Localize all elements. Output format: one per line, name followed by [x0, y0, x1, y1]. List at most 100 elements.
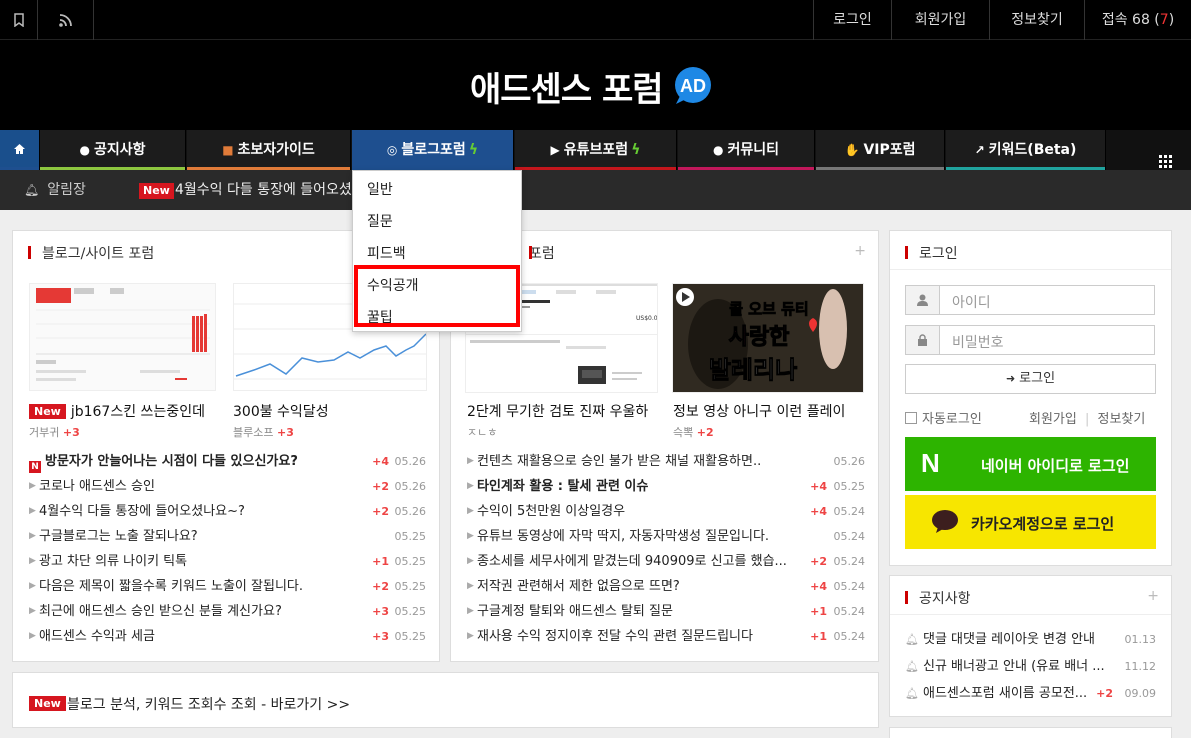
list-item[interactable]: ▶ 수익이 5천만원 이상일경우 +4 05.24: [467, 499, 867, 524]
rss-icon[interactable]: [38, 0, 94, 40]
list-item[interactable]: ▶ 최근에 애드센스 승인 받으신 분들 계신가요? +3 05.25: [29, 599, 429, 624]
list-item[interactable]: 🔔︎ 애드센스포럼 새이름 공모전... +2 09.09: [905, 680, 1160, 707]
bookmark-icon[interactable]: [0, 0, 38, 40]
connect-close: ): [1168, 12, 1175, 28]
post-date: 05.24: [833, 530, 866, 543]
dropdown-item-feedback[interactable]: 피드백: [367, 243, 406, 263]
list-item[interactable]: ▶ 구글계정 탈퇴와 애드센스 탈퇴 질문 +1 05.24: [467, 599, 867, 624]
notice-title: 신규 배너광고 안내 (유료 배너 ...: [923, 659, 1105, 674]
list-item[interactable]: ▶ 구글블로그는 노출 잘되나요? 05.25: [29, 524, 429, 549]
nav-grid-menu[interactable]: [1106, 130, 1191, 170]
connect-counter[interactable]: 접속 68 (7): [1084, 0, 1191, 40]
list-item[interactable]: ▶ 재사용 수익 정지이후 전달 수익 관련 질문드립니다 +1 05.24: [467, 624, 867, 649]
blog-card-2-title[interactable]: 300불 수익달성: [233, 401, 428, 421]
dropdown-item-general[interactable]: 일반: [367, 179, 393, 199]
nav-blog-forum[interactable]: ◎ 블로그포럼 ϟ: [352, 130, 514, 170]
main-nav: ● 공지사항 ■ 초보자가이드 ◎ 블로그포럼 ϟ ▶ 유튜브포럼 ϟ ● 커뮤니티 ✋ VIP…: [0, 130, 1191, 170]
top-signup-link[interactable]: 회원가입: [891, 0, 989, 40]
cube-icon: ■: [222, 143, 234, 157]
new-badge: New: [29, 404, 66, 419]
post-title: 종소세를 세무사에게 맡겼는데 940909로 신고를 했습...: [477, 554, 787, 569]
find-info-link[interactable]: 정보찾기: [1098, 412, 1146, 427]
post-date: 05.26: [394, 505, 427, 518]
bolt-icon: ϟ: [468, 142, 479, 158]
youtube-card-1-title[interactable]: 2단계 무기한 검토 진짜 우울하: [467, 401, 662, 421]
post-title: 구글계정 탈퇴와 애드센스 탈퇴 질문: [477, 604, 673, 619]
nav-vip-forum[interactable]: ✋ VIP포럼: [816, 130, 945, 170]
post-count: +3: [372, 605, 389, 618]
post-date: 05.25: [833, 480, 866, 493]
highlight-box: [354, 265, 520, 327]
blog-card-2-count: +3: [276, 426, 294, 439]
more-plus-icon[interactable]: +: [854, 243, 866, 259]
id-field[interactable]: 아이디: [905, 285, 1155, 315]
chevron-right-icon: ▶: [29, 556, 36, 566]
connect-label: 접속 68 (: [1101, 12, 1160, 28]
youtube-card-2-title[interactable]: 정보 영상 아니구 이런 플레이: [673, 401, 868, 421]
list-item[interactable]: 🔔︎ 댓글 대댓글 레이아웃 변경 안내 01.13: [905, 626, 1160, 653]
thumbnail-video-ballerina[interactable]: 콜 오브 듀티 사랑한 발레리나: [672, 283, 864, 393]
site-logo[interactable]: 애드센스 포럼: [470, 62, 664, 111]
login-button[interactable]: ➜ 로그인: [905, 364, 1156, 394]
list-item[interactable]: ▶ 타인계좌 활용 : 탈세 관련 이슈 +4 05.25: [467, 474, 867, 499]
home-icon: [13, 142, 26, 158]
list-item[interactable]: ▶ 4월수익 다들 통장에 들어오셨나요~? +2 05.26: [29, 499, 429, 524]
external-link-icon: ↗: [974, 143, 985, 157]
list-item[interactable]: ▶ 애드센스 수익과 세금 +3 05.25: [29, 624, 429, 649]
list-item[interactable]: ▶ 다음은 제목이 짧을수록 키워드 노출이 잘됩니다. +2 05.25: [29, 574, 429, 599]
top-login-link[interactable]: 로그인: [813, 0, 891, 40]
post-date: 05.25: [394, 530, 427, 543]
list-item[interactable]: ▶ 종소세를 세무사에게 맡겼는데 940909로 신고를 했습... +2 05.2…: [467, 549, 867, 574]
naver-login-button[interactable]: N 네이버 아이디로 로그인: [905, 437, 1156, 491]
password-field[interactable]: 비밀번호: [905, 325, 1155, 355]
chevron-right-icon: ▶: [29, 631, 36, 641]
dropdown-item-question[interactable]: 질문: [367, 211, 393, 231]
blog-card-1-title[interactable]: New jb167스킨 쓰는중인데: [29, 401, 224, 421]
panel-title[interactable]: 포럼: [529, 243, 555, 263]
list-item[interactable]: ▶ 유튜브 동영상에 자막 딱지, 자동자막생성 질문입니다. 05.24: [467, 524, 867, 549]
post-date: 05.26: [833, 455, 866, 468]
more-plus-icon[interactable]: +: [1147, 588, 1159, 604]
signup-link[interactable]: 회원가입: [1029, 412, 1077, 427]
thumbnail-adsense-stats[interactable]: [29, 283, 216, 391]
nav-community[interactable]: ● 커뮤니티: [678, 130, 815, 170]
chevron-right-icon: ▶: [467, 631, 474, 641]
list-item[interactable]: ▶ 저작권 관련해서 제한 없음으로 뜨면? +4 05.24: [467, 574, 867, 599]
auto-login-checkbox[interactable]: 자동로그인: [905, 408, 982, 427]
nav-blog-label: 블로그포럼: [401, 142, 466, 158]
user-icon: [906, 286, 940, 314]
nav-home[interactable]: [0, 130, 40, 170]
list-item[interactable]: ▶ 광고 차단 의류 나이키 틱톡 +1 05.25: [29, 549, 429, 574]
panel-title[interactable]: 블로그/사이트 포럼: [28, 243, 154, 263]
nav-notice[interactable]: ● 공지사항: [40, 130, 186, 170]
notice-date: 01.13: [1124, 633, 1157, 646]
youtube-card-1-meta: ㅈㄴㅎ: [467, 424, 497, 440]
post-count: +2: [810, 555, 827, 568]
kakao-login-button[interactable]: 카카오계정으로 로그인: [905, 495, 1156, 549]
new-badge: New: [29, 696, 66, 711]
post-title: 코로나 애드센스 승인: [39, 479, 155, 494]
top-find-info-link[interactable]: 정보찾기: [989, 0, 1084, 40]
post-count: +3: [372, 630, 389, 643]
hand-icon: ✋: [844, 143, 860, 157]
panel-title[interactable]: 공지사항: [905, 588, 971, 608]
list-item[interactable]: 🔔︎ 신규 배너광고 안내 (유료 배너 ... 11.12: [905, 653, 1160, 680]
bottom-banner[interactable]: New 블로그 분석, 키워드 조회수 조회 - 바로가기 >>: [12, 672, 879, 728]
list-item[interactable]: N 방문자가 안늘어나는 시점이 다들 있으신가요? +4 05.26: [29, 449, 429, 474]
list-item[interactable]: ▶ 컨텐츠 재활용으로 승인 불가 받은 채널 재활용하면.. 05.26: [467, 449, 867, 474]
list-item[interactable]: ▶ 코로나 애드센스 승인 +2 05.26: [29, 474, 429, 499]
post-date: 05.25: [394, 605, 427, 618]
chevron-right-icon: ▶: [467, 506, 474, 516]
nav-youtube-forum[interactable]: ▶ 유튜브포럼 ϟ: [515, 130, 677, 170]
post-count: +4: [810, 480, 827, 493]
new-badge: New: [139, 183, 174, 199]
lock-icon: [906, 326, 940, 354]
nav-keyword[interactable]: ↗ 키워드(Beta): [946, 130, 1106, 170]
bottom-banner-text: 블로그 분석, 키워드 조회수 조회 - 바로가기 >>: [67, 697, 351, 713]
site-header: 애드센스 포럼 AD: [0, 40, 1191, 130]
nav-beginner-guide[interactable]: ■ 초보자가이드: [187, 130, 351, 170]
notice-count: +2: [1096, 687, 1113, 700]
blog-card-2-meta: 블루소프 +3: [233, 424, 294, 440]
logo-badge-text: AD: [680, 76, 706, 96]
chevron-right-icon: ▶: [29, 506, 36, 516]
